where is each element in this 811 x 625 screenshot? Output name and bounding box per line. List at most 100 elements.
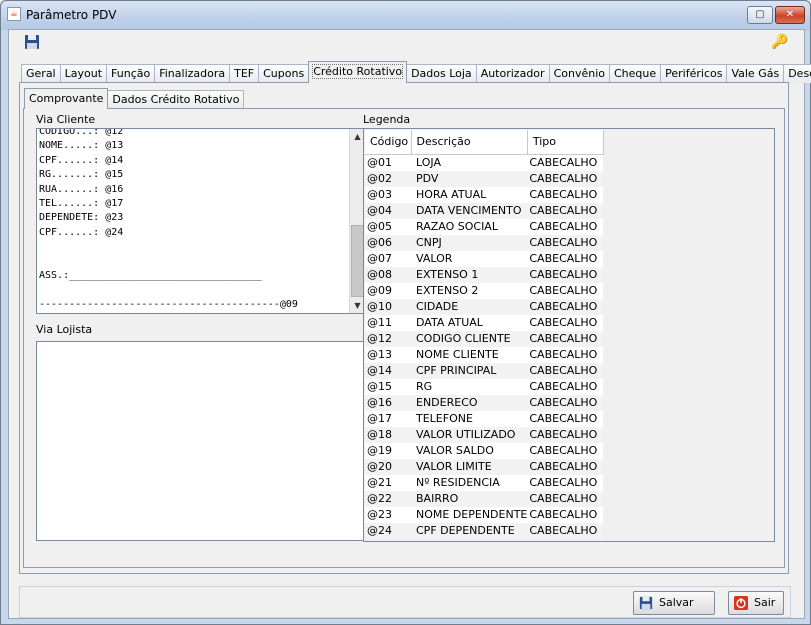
tab-label: TEF: [234, 67, 255, 80]
tab-cupons[interactable]: Cupons: [258, 64, 310, 83]
cell-descricao: CNPJ: [411, 234, 528, 251]
tab-cr-dito-rotativo[interactable]: Crédito Rotativo: [308, 61, 408, 83]
column-header-codigo[interactable]: Código: [365, 130, 412, 155]
tab-fun-o[interactable]: Função: [106, 64, 156, 83]
cell-codigo: @18: [365, 426, 411, 443]
save-icon[interactable]: [24, 34, 40, 50]
save-button-label: Salvar: [659, 596, 694, 609]
column-header-tipo[interactable]: Tipo: [527, 130, 604, 155]
cell-codigo: @21: [365, 474, 411, 491]
key-icon[interactable]: 🔑: [771, 33, 789, 51]
via-cliente-text[interactable]: CODIGO...: @12 NOME.....: @13 CPF......:…: [39, 129, 298, 312]
tab-label: Finalizadora: [159, 67, 226, 80]
cell-tipo: CABECALHO: [527, 522, 604, 539]
cell-tipo: CABECALHO: [527, 186, 604, 203]
cell-descricao: EXTENSO 2: [411, 282, 528, 299]
table-row[interactable]: @19 VALOR SALDO CABECALHO: [365, 442, 604, 459]
table-row[interactable]: @17 TELEFONE CABECALHO: [365, 410, 604, 427]
cell-codigo: @12: [365, 330, 411, 347]
table-row[interactable]: @11 DATA ATUAL CABECALHO: [365, 314, 604, 331]
table-row[interactable]: @03 HORA ATUAL CABECALHO: [365, 186, 604, 203]
cell-descricao: PDV: [411, 170, 528, 187]
table-row[interactable]: @23 NOME DEPENDENTE CABECALHO: [365, 506, 604, 523]
column-header-descricao[interactable]: Descrição: [411, 130, 528, 155]
subtab-dados-cr-dito-rotativo[interactable]: Dados Crédito Rotativo: [107, 90, 245, 109]
table-row[interactable]: @10 CIDADE CABECALHO: [365, 298, 604, 315]
table-row[interactable]: @01 LOJA CABECALHO: [365, 154, 604, 171]
table-row[interactable]: @20 VALOR LIMITE CABECALHO: [365, 458, 604, 475]
cell-tipo: CABECALHO: [527, 506, 604, 523]
cell-tipo: CABECALHO: [527, 250, 604, 267]
via-lojista-textarea[interactable]: [36, 341, 366, 541]
legenda-table: Código Descrição Tipo @01 LOJA CABECALHO @0…: [365, 130, 604, 539]
tab-label: Convênio: [553, 67, 605, 80]
tab-label: Layout: [64, 67, 103, 80]
cell-codigo: @05: [365, 218, 411, 235]
tab-label: Cheque: [613, 67, 657, 80]
table-row[interactable]: @14 CPF PRINCIPAL CABECALHO: [365, 362, 604, 379]
table-row[interactable]: @05 RAZAO SOCIAL CABECALHO: [365, 218, 604, 235]
floppy-icon: [639, 596, 653, 610]
cell-descricao: CODIGO CLIENTE: [411, 330, 528, 347]
cell-codigo: @11: [365, 314, 411, 331]
cell-tipo: CABECALHO: [527, 458, 604, 475]
cell-codigo: @14: [365, 362, 411, 379]
table-row[interactable]: @22 BAIRRO CABECALHO: [365, 490, 604, 507]
close-button[interactable]: ✕: [775, 6, 805, 24]
tab-cheque[interactable]: Cheque: [608, 64, 662, 83]
restore-button[interactable]: ▢: [747, 6, 773, 24]
cell-descricao: DATA VENCIMENTO: [411, 202, 528, 219]
exit-button[interactable]: Sair: [728, 591, 784, 615]
tab-conv-nio[interactable]: Convênio: [548, 64, 610, 83]
tab-label: Cupons: [263, 67, 305, 80]
cell-descricao: Nº RESIDENCIA: [411, 474, 528, 491]
table-row[interactable]: @15 RG CABECALHO: [365, 378, 604, 395]
window-title: Parâmetro PDV: [26, 8, 117, 22]
title-bar[interactable]: ☕ Parâmetro PDV ▢ ✕: [1, 1, 810, 29]
cell-tipo: CABECALHO: [527, 266, 604, 283]
table-row[interactable]: @07 VALOR CABECALHO: [365, 250, 604, 267]
tab-perif-ricos[interactable]: Periféricos: [660, 64, 728, 83]
tab-descontos[interactable]: Descontos: [783, 64, 811, 83]
tab-dados-loja[interactable]: Dados Loja: [406, 64, 477, 83]
tab-autorizador[interactable]: Autorizador: [475, 64, 550, 83]
tab-layout[interactable]: Layout: [59, 64, 108, 83]
tab-vale-g-s[interactable]: Vale Gás: [726, 64, 785, 83]
cell-tipo: CABECALHO: [527, 314, 604, 331]
cell-codigo: @23: [365, 506, 411, 523]
tab-tef[interactable]: TEF: [229, 64, 260, 83]
table-row[interactable]: @02 PDV CABECALHO: [365, 170, 604, 187]
cell-codigo: @20: [365, 458, 411, 475]
cell-descricao: HORA ATUAL: [411, 186, 528, 203]
subtab-comprovante[interactable]: Comprovante: [24, 88, 109, 109]
cell-codigo: @09: [365, 282, 411, 299]
cell-tipo: CABECALHO: [527, 442, 604, 459]
table-row[interactable]: @04 DATA VENCIMENTO CABECALHO: [365, 202, 604, 219]
table-row[interactable]: @16 ENDERECO CABECALHO: [365, 394, 604, 411]
table-row[interactable]: @06 CNPJ CABECALHO: [365, 234, 604, 251]
java-app-icon: ☕: [7, 7, 21, 21]
tab-geral[interactable]: Geral: [21, 64, 61, 83]
tab-finalizadora[interactable]: Finalizadora: [154, 64, 231, 83]
table-row[interactable]: @18 VALOR UTILIZADO CABECALHO: [365, 426, 604, 443]
table-row[interactable]: @21 Nº RESIDENCIA CABECALHO: [365, 474, 604, 491]
via-lojista-label: Via Lojista: [36, 323, 93, 336]
table-row[interactable]: @24 CPF DEPENDENTE CABECALHO: [365, 522, 604, 539]
cell-tipo: CABECALHO: [527, 378, 604, 395]
table-row[interactable]: @08 EXTENSO 1 CABECALHO: [365, 266, 604, 283]
cell-codigo: @19: [365, 442, 411, 459]
main-tabs: Geral Layout Função Finalizadora TEF Cupons Cr…: [21, 61, 811, 83]
cell-tipo: CABECALHO: [527, 170, 604, 187]
table-row[interactable]: @13 NOME CLIENTE CABECALHO: [365, 346, 604, 363]
tab-label: Periféricos: [665, 67, 723, 80]
cell-descricao: CPF PRINCIPAL: [411, 362, 528, 379]
cell-descricao: NOME CLIENTE: [411, 346, 528, 363]
via-cliente-textarea[interactable]: CODIGO...: @12 NOME.....: @13 CPF......:…: [36, 128, 366, 314]
table-row[interactable]: @12 CODIGO CLIENTE CABECALHO: [365, 330, 604, 347]
cell-tipo: CABECALHO: [527, 234, 604, 251]
save-button[interactable]: Salvar: [633, 591, 715, 615]
table-row[interactable]: @09 EXTENSO 2 CABECALHO: [365, 282, 604, 299]
cell-codigo: @10: [365, 298, 411, 315]
cell-codigo: @13: [365, 346, 411, 363]
tab-label: Vale Gás: [731, 67, 780, 80]
